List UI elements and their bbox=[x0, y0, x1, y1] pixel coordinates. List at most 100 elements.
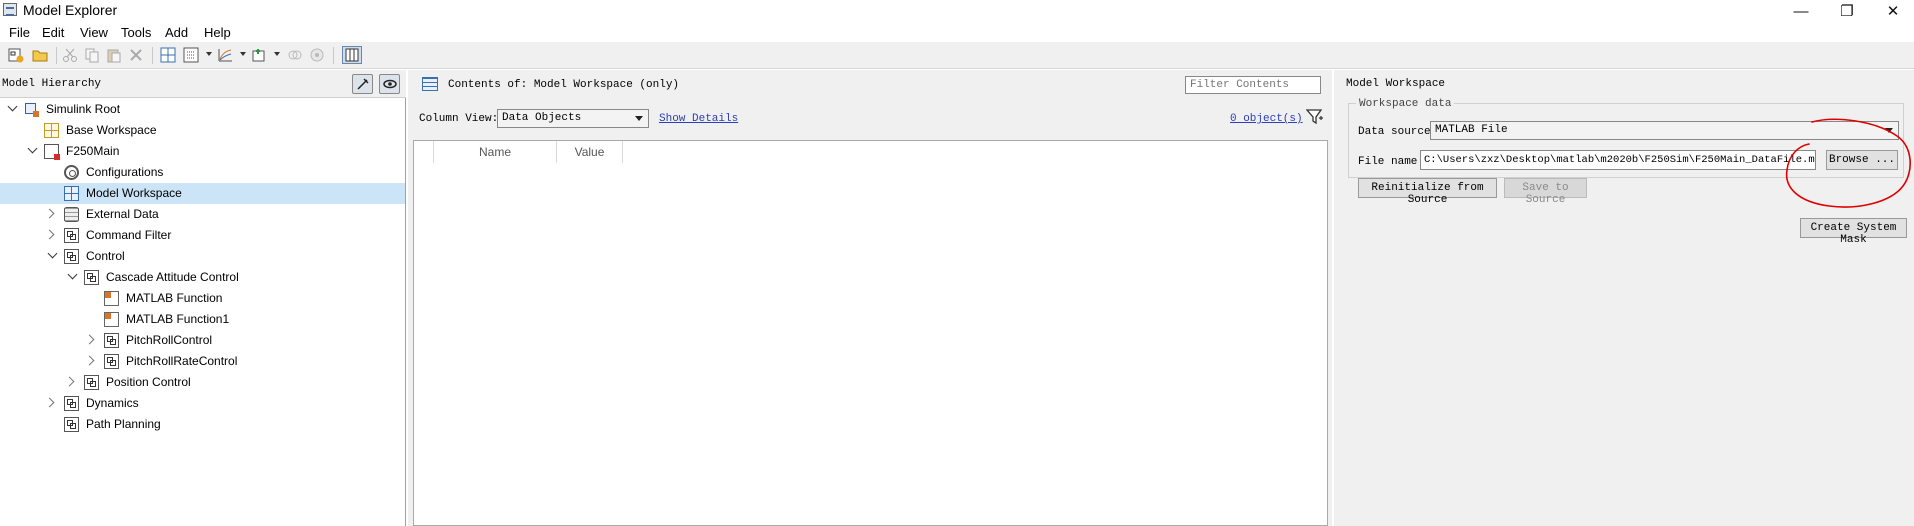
delete-icon[interactable] bbox=[128, 47, 144, 63]
toolbar bbox=[0, 42, 1914, 69]
show-dialog-icon[interactable] bbox=[342, 46, 362, 64]
simulink-root-icon bbox=[24, 102, 39, 117]
dropdown-arrow-icon[interactable] bbox=[274, 52, 280, 56]
tree-item-configurations[interactable]: Configurations bbox=[0, 162, 405, 183]
file-name-input[interactable]: C:\Users\zxz\Desktop\matlab\m2020b\F250S… bbox=[1420, 150, 1816, 170]
matlab-function-icon bbox=[104, 312, 119, 327]
chevron-down-icon bbox=[1885, 128, 1893, 133]
object-count-link[interactable]: 0 object(s) bbox=[1230, 113, 1303, 125]
tree-item-label: MATLAB Function bbox=[126, 291, 223, 305]
tree-item-label: Control bbox=[86, 249, 125, 263]
subsystem-icon bbox=[64, 396, 79, 411]
cut-icon[interactable] bbox=[62, 47, 78, 63]
expand-arrow-icon[interactable] bbox=[46, 229, 56, 239]
expand-arrow-icon[interactable] bbox=[86, 334, 96, 344]
tree-item-label: Dynamics bbox=[86, 396, 139, 410]
tree-item-f250main[interactable]: F250Main bbox=[0, 141, 405, 162]
tree-item-model-workspace[interactable]: Model Workspace bbox=[0, 183, 405, 204]
expand-arrow-icon[interactable] bbox=[86, 355, 96, 365]
close-button[interactable]: ✕ bbox=[1870, 0, 1914, 22]
tree-item-label: Base Workspace bbox=[66, 123, 157, 137]
menu-file[interactable]: File bbox=[9, 25, 30, 40]
create-system-mask-button[interactable]: Create System Mask bbox=[1800, 218, 1907, 246]
filter-funnel-icon[interactable] bbox=[1306, 108, 1324, 126]
tree-item-command-filter[interactable]: Command Filter bbox=[0, 225, 405, 246]
contents-label: Contents of: Model Workspace (only) bbox=[448, 79, 680, 91]
add-table-icon[interactable] bbox=[183, 47, 199, 63]
tree-item-dynamics[interactable]: Dynamics bbox=[0, 393, 405, 414]
column-header-name[interactable]: Name bbox=[434, 141, 557, 163]
toolbar-separator bbox=[152, 47, 153, 64]
collapse-arrow-icon[interactable] bbox=[47, 250, 57, 260]
tree-item-simulink-root[interactable]: Simulink Root bbox=[0, 99, 405, 120]
model-hierarchy-title: Model Hierarchy bbox=[2, 78, 102, 90]
toolbar-separator bbox=[333, 47, 334, 64]
model-hierarchy-pane: Model Hierarchy Simulink Root Base Works… bbox=[0, 70, 406, 526]
paste-icon[interactable] bbox=[106, 47, 122, 63]
reinitialize-from-source-button[interactable]: Reinitialize from Source bbox=[1358, 178, 1497, 206]
toolbar-separator bbox=[56, 47, 57, 64]
chevron-down-icon bbox=[635, 116, 643, 121]
tree-item-label: Model Workspace bbox=[86, 186, 182, 200]
open-icon[interactable] bbox=[32, 47, 48, 63]
tree-item-pitchrollcontrol[interactable]: PitchRollControl bbox=[0, 330, 405, 351]
window-title: Model Explorer bbox=[23, 2, 118, 18]
tree-item-label: Path Planning bbox=[86, 417, 161, 431]
tree-item-control[interactable]: Control bbox=[0, 246, 405, 267]
tree-item-label: PitchRollRateControl bbox=[126, 354, 238, 368]
column-view-select[interactable]: Data Objects bbox=[497, 109, 649, 128]
base-workspace-icon bbox=[44, 123, 59, 138]
restore-button[interactable]: ❐ bbox=[1824, 0, 1870, 22]
tree-item-path-planning[interactable]: Path Planning bbox=[0, 414, 405, 435]
menu-view[interactable]: View bbox=[80, 25, 108, 40]
fixed-point-icon[interactable] bbox=[309, 47, 325, 63]
menu-add[interactable]: Add bbox=[165, 25, 188, 40]
menu-tools[interactable]: Tools bbox=[121, 25, 151, 40]
contents-table[interactable]: Name Value bbox=[413, 140, 1328, 526]
tree-item-matlab-function[interactable]: MATLAB Function bbox=[0, 288, 405, 309]
tree-item-label: Configurations bbox=[86, 165, 164, 179]
minimize-button[interactable]: — bbox=[1778, 0, 1824, 22]
model-hierarchy-header: Model Hierarchy bbox=[0, 70, 406, 98]
tree-item-base-workspace[interactable]: Base Workspace bbox=[0, 120, 405, 141]
tree-item-matlab-function1[interactable]: MATLAB Function1 bbox=[0, 309, 405, 330]
menu-edit[interactable]: Edit bbox=[42, 25, 64, 40]
data-source-select[interactable]: MATLAB File bbox=[1430, 121, 1899, 140]
new-model-icon[interactable] bbox=[8, 47, 24, 63]
matlab-function-icon bbox=[104, 291, 119, 306]
workspace-data-group-label: Workspace data bbox=[1356, 98, 1455, 110]
copy-icon[interactable] bbox=[84, 47, 100, 63]
dropdown-arrow-icon[interactable] bbox=[206, 52, 212, 56]
tree-item-label: PitchRollControl bbox=[126, 333, 213, 347]
dialog-title: Model Workspace bbox=[1346, 78, 1446, 90]
collapse-arrow-icon[interactable] bbox=[7, 103, 17, 113]
browse-button[interactable]: Browse ... bbox=[1826, 150, 1898, 170]
collapse-arrow-icon[interactable] bbox=[67, 271, 77, 281]
collapse-arrow-icon[interactable] bbox=[27, 145, 37, 155]
expand-arrow-icon[interactable] bbox=[46, 208, 56, 218]
save-to-source-button[interactable]: Save to Source bbox=[1504, 178, 1587, 206]
expand-arrow-icon[interactable] bbox=[46, 397, 56, 407]
table-header-corner bbox=[414, 141, 434, 163]
subsystem-icon bbox=[104, 333, 119, 348]
show-details-link[interactable]: Show Details bbox=[659, 113, 738, 125]
subsystem-icon bbox=[64, 228, 79, 243]
add-stateflow-icon[interactable] bbox=[251, 47, 267, 63]
tree-item-cascade-attitude-control[interactable]: Cascade Attitude Control bbox=[0, 267, 405, 288]
tree-item-pitchrollratecontrol[interactable]: PitchRollRateControl bbox=[0, 351, 405, 372]
column-view-value: Data Objects bbox=[502, 112, 582, 124]
column-header-value[interactable]: Value bbox=[557, 141, 623, 163]
tree-item-external-data[interactable]: External Data bbox=[0, 204, 405, 225]
tree-item-position-control[interactable]: Position Control bbox=[0, 372, 405, 393]
link-icon[interactable] bbox=[287, 47, 303, 63]
filter-contents-input[interactable] bbox=[1185, 76, 1321, 94]
model-explorer-app-icon bbox=[3, 3, 17, 16]
menu-help[interactable]: Help bbox=[204, 25, 231, 40]
pin-icon[interactable] bbox=[352, 74, 373, 94]
add-chart-icon[interactable] bbox=[217, 47, 233, 63]
add-block-icon[interactable] bbox=[160, 47, 176, 63]
dropdown-arrow-icon[interactable] bbox=[240, 52, 246, 56]
tree-item-label: Command Filter bbox=[86, 228, 172, 242]
show-hide-icon[interactable] bbox=[379, 74, 400, 94]
expand-arrow-icon[interactable] bbox=[66, 376, 76, 386]
